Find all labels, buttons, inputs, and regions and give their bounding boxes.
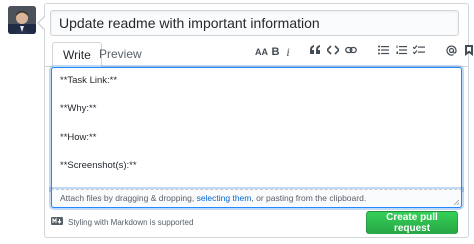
mention-icon[interactable] <box>444 44 458 60</box>
markdown-note-text: Styling with Markdown is supported <box>68 218 194 227</box>
code-icon[interactable] <box>326 44 340 60</box>
bookmark-icon[interactable] <box>462 44 474 60</box>
tab-preview[interactable]: Preview <box>89 42 152 66</box>
pr-title-input[interactable] <box>50 10 459 36</box>
bold-icon[interactable]: B <box>271 44 280 60</box>
pr-body-textarea[interactable]: **Task Link:** **Why:** **How:** **Scree… <box>52 68 461 189</box>
select-files-link[interactable]: selecting them <box>197 193 252 203</box>
avatar-image <box>8 6 36 34</box>
quote-icon[interactable] <box>308 44 322 60</box>
resize-grip-icon[interactable] <box>453 199 459 205</box>
markdown-icon <box>51 217 63 229</box>
user-avatar[interactable] <box>8 6 36 34</box>
italic-icon[interactable]: i <box>284 44 292 60</box>
ordered-list-icon[interactable] <box>394 44 408 60</box>
heading-icon[interactable]: AA <box>255 44 268 60</box>
link-icon[interactable] <box>344 44 358 60</box>
markdown-toolbar: AA B i <box>255 43 474 61</box>
attach-files-bar[interactable]: Attach files by dragging & dropping, sel… <box>51 189 462 208</box>
task-list-icon[interactable] <box>412 44 426 60</box>
attach-text-prefix: Attach files by dragging & dropping, <box>60 193 197 203</box>
create-pull-request-button[interactable]: Create pull request <box>366 211 458 234</box>
pull-request-form: Write Preview AA B i <box>37 3 473 238</box>
markdown-support-note: Styling with Markdown is supported <box>51 217 193 229</box>
unordered-list-icon[interactable] <box>376 44 390 60</box>
pr-body-editor: **Task Link:** **Why:** **How:** **Scree… <box>51 67 462 190</box>
attach-text-suffix: , or pasting from the clipboard. <box>251 193 367 203</box>
